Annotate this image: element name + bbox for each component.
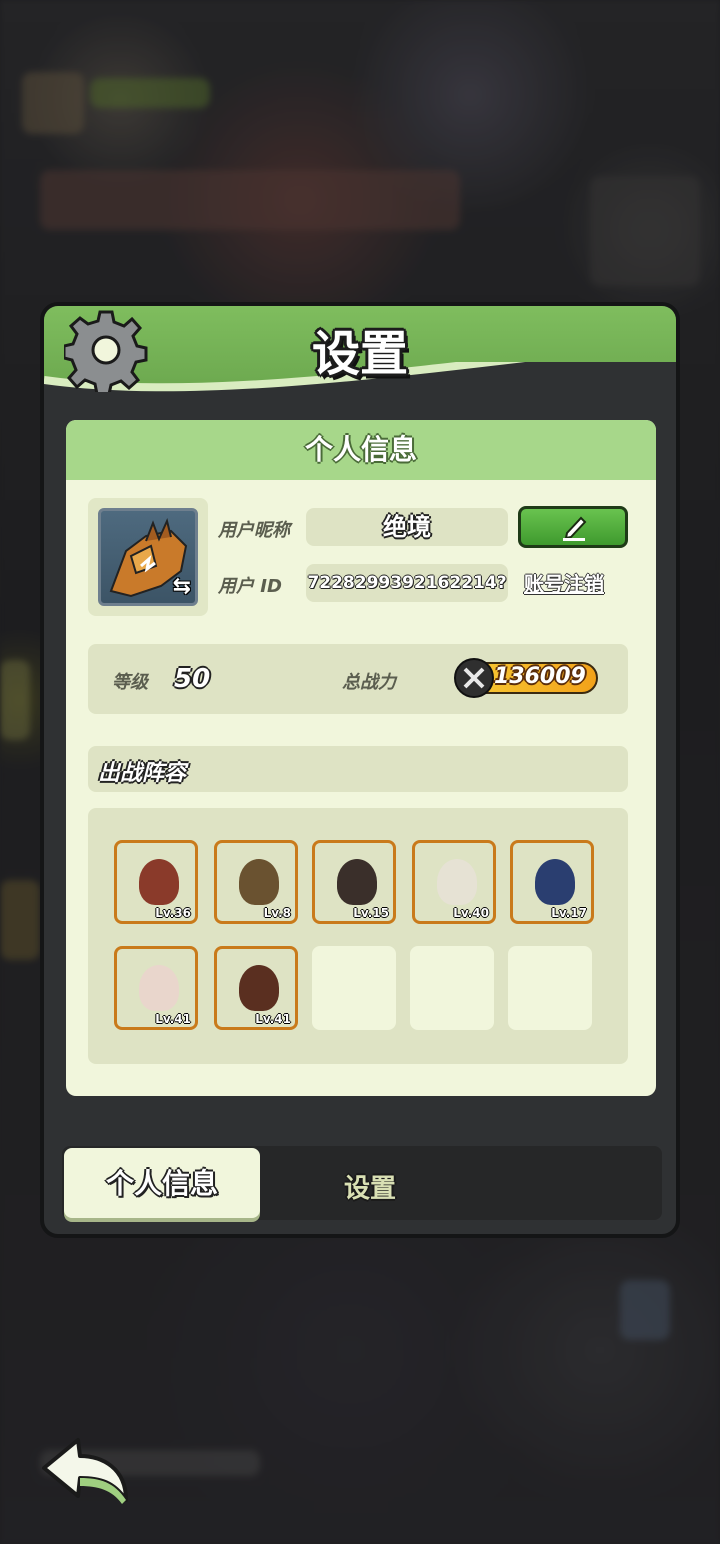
profile-card: 个人信息 ⇆ 用户昵称 绝境 用户 ID 7228299392162214? 账	[66, 420, 656, 1096]
tab-settings[interactable]: 设置	[344, 1168, 396, 1205]
hero-portrait	[139, 859, 179, 905]
level-label: 等级	[112, 672, 148, 693]
power-label: 总战力	[342, 672, 396, 693]
hero-level: Lv.8	[263, 906, 291, 920]
power-value: 136009	[494, 664, 586, 689]
hero-level: Lv.17	[551, 906, 587, 920]
panel-title: 设置	[311, 326, 408, 382]
hero-level: Lv.40	[453, 906, 489, 920]
avatar-frame[interactable]: ⇆	[88, 498, 208, 616]
profile-section-title: 个人信息	[66, 420, 656, 480]
hero-portrait	[535, 859, 575, 905]
level-value: 50	[174, 664, 211, 694]
hero-portrait	[337, 859, 377, 905]
hero-portrait	[239, 859, 279, 905]
hero-portrait	[239, 965, 279, 1011]
hero-portrait	[437, 859, 477, 905]
hero-level: Lv.15	[353, 906, 389, 920]
hero-level: Lv.41	[155, 1012, 191, 1026]
swap-arrows-icon[interactable]: ⇆	[173, 574, 191, 599]
cancel-account-link[interactable]: 账号注销	[524, 568, 604, 597]
hero-slot-5[interactable]: Lv.17	[510, 840, 594, 924]
hero-slot-4[interactable]: Lv.40	[412, 840, 496, 924]
hero-slot-2[interactable]: Lv.8	[214, 840, 298, 924]
hero-slot-6[interactable]: Lv.41	[114, 946, 198, 1030]
hero-slot-3[interactable]: Lv.15	[312, 840, 396, 924]
empty-hero-slot[interactable]	[508, 946, 592, 1030]
empty-hero-slot[interactable]	[410, 946, 494, 1030]
empty-hero-slot[interactable]	[312, 946, 396, 1030]
hero-slot-7[interactable]: Lv.41	[214, 946, 298, 1030]
tab-profile-label: 个人信息	[105, 1167, 218, 1200]
team-title: 出战阵容	[98, 761, 187, 786]
crossed-swords-icon	[454, 658, 494, 698]
back-arrow-icon[interactable]	[40, 1434, 132, 1506]
nickname-value: 绝境	[306, 508, 508, 546]
stats-row: 等级 50 总战力 136009	[88, 644, 628, 714]
tab-profile[interactable]: 个人信息	[64, 1148, 260, 1218]
nickname-label: 用户昵称	[218, 520, 290, 541]
settings-panel: 设置 个人信息 ⇆ 用户昵称 绝境 用户 ID 7228299392162214…	[40, 302, 680, 1238]
power-badge: 136009	[454, 658, 608, 698]
team-lineup: Lv.36 Lv.8 Lv.15 Lv.40 Lv.17 Lv.41 Lv.41	[88, 808, 628, 1064]
user-id-value: 7228299392162214?	[306, 564, 508, 602]
pencil-icon	[563, 516, 587, 541]
avatar[interactable]: ⇆	[98, 508, 198, 606]
panel-tabs: 个人信息 设置	[62, 1146, 662, 1220]
hero-portrait	[139, 965, 179, 1011]
hero-level: Lv.36	[155, 906, 191, 920]
edit-nickname-button[interactable]	[518, 506, 628, 548]
hero-slot-1[interactable]: Lv.36	[114, 840, 198, 924]
team-header: 出战阵容	[88, 746, 628, 792]
hero-level: Lv.41	[255, 1012, 291, 1026]
id-label: 用户 ID	[218, 576, 282, 597]
